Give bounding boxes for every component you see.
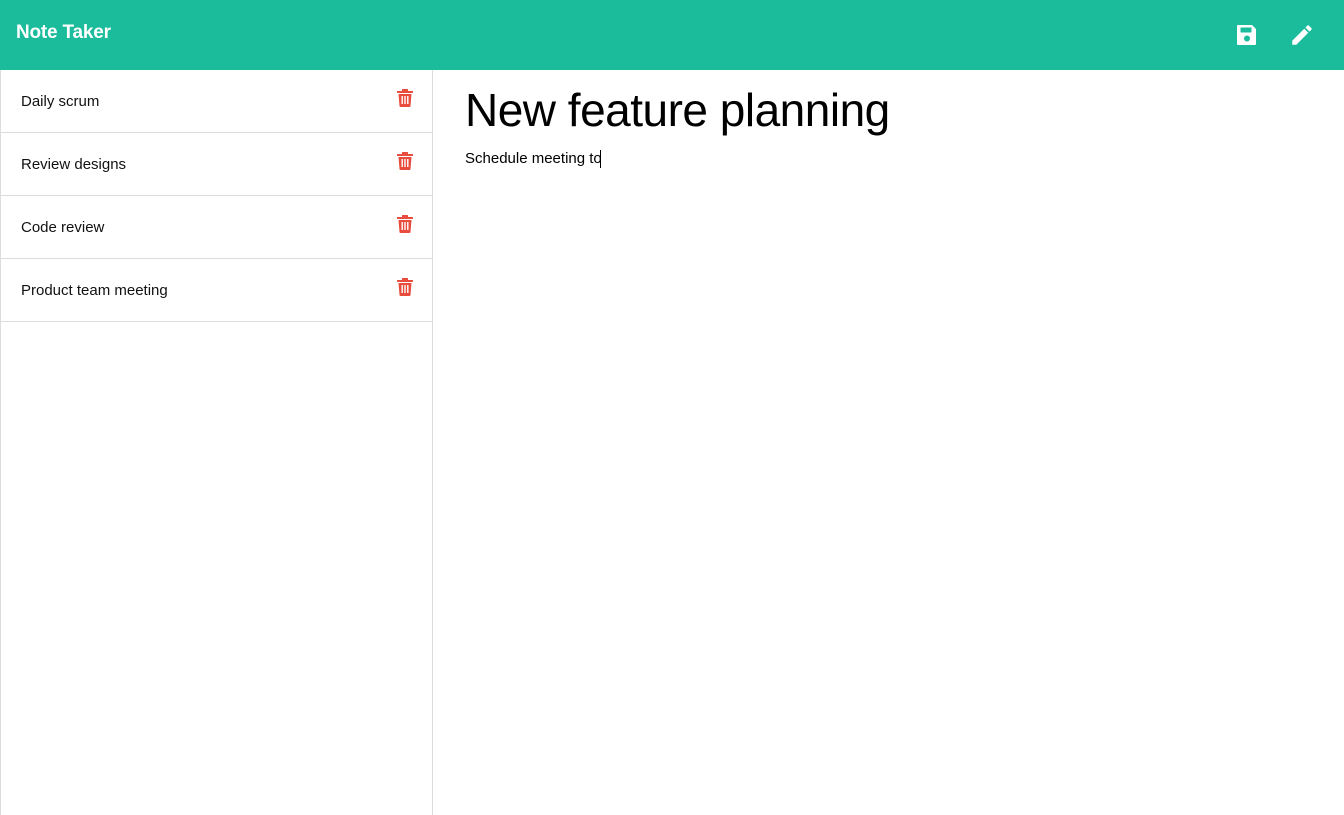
app-title[interactable]: Note Taker — [16, 22, 111, 44]
trash-icon[interactable] — [397, 278, 413, 296]
trash-icon[interactable] — [397, 89, 413, 107]
text-caret — [600, 150, 601, 168]
note-list-item[interactable]: Daily scrum — [1, 70, 432, 133]
note-title-input[interactable] — [465, 82, 1325, 138]
trash-icon[interactable] — [397, 152, 413, 170]
note-item-title: Code review — [21, 219, 105, 236]
note-item-title: Product team meeting — [21, 282, 168, 299]
note-list-item[interactable]: Code review — [1, 196, 432, 259]
notes-sidebar: Daily scrum Review designs Code review P… — [0, 70, 433, 815]
note-item-title: Daily scrum — [21, 93, 100, 110]
save-icon — [1237, 25, 1256, 45]
new-note-button[interactable] — [1289, 21, 1315, 49]
pencil-icon — [1292, 25, 1312, 45]
note-body-textarea[interactable]: Schedule meeting to — [465, 150, 1325, 790]
note-list-item[interactable]: Review designs — [1, 133, 432, 196]
note-list-item[interactable]: Product team meeting — [1, 259, 432, 322]
navbar: Note Taker — [0, 0, 1344, 70]
save-note-button[interactable] — [1234, 21, 1260, 49]
trash-icon[interactable] — [397, 215, 413, 233]
note-editor: Schedule meeting to — [433, 70, 1344, 815]
note-item-title: Review designs — [21, 156, 127, 173]
